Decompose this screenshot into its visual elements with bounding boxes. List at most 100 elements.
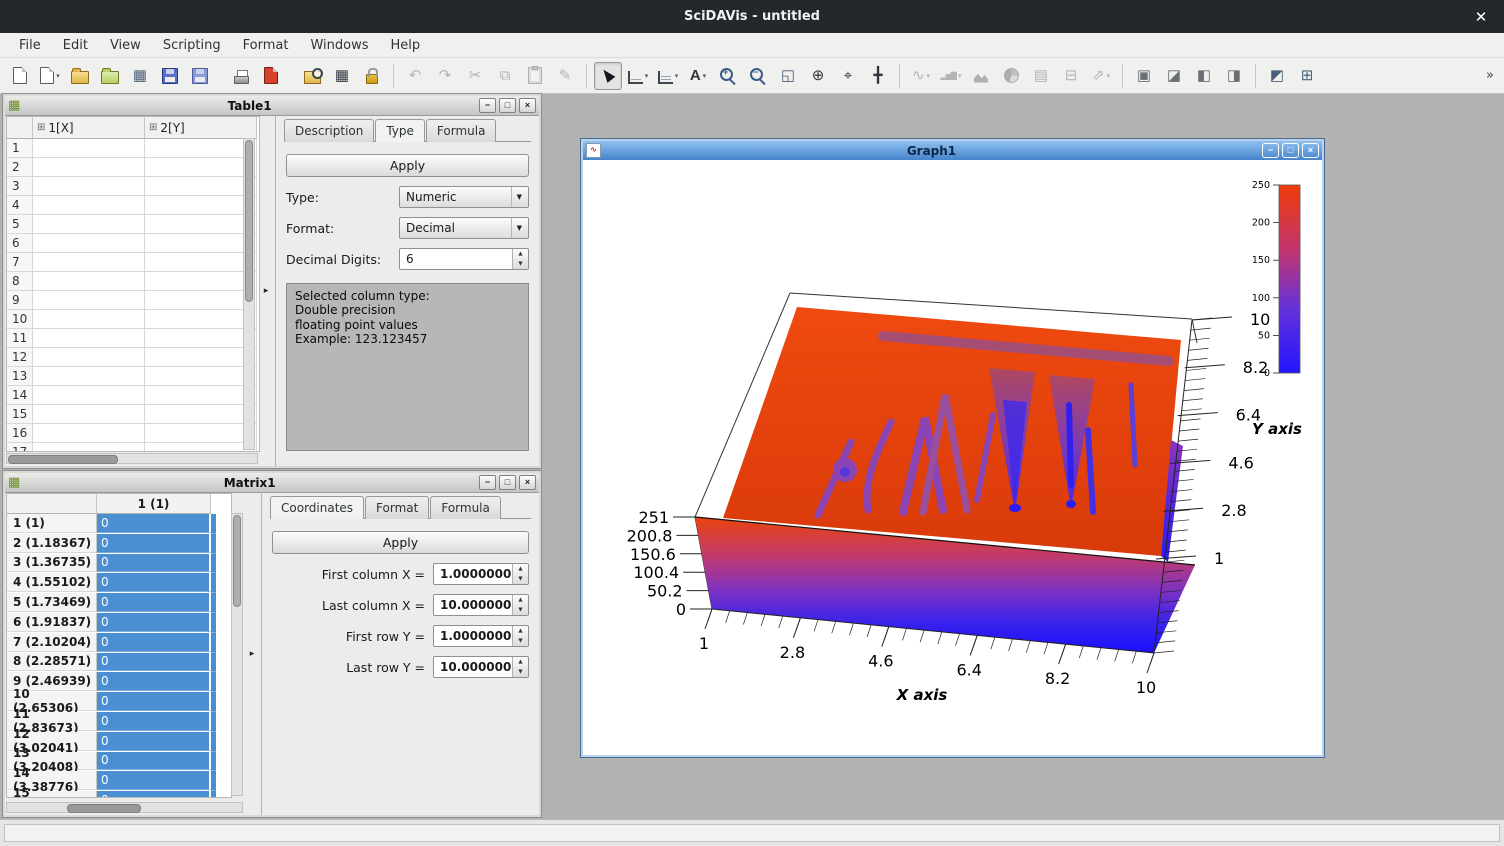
type-select[interactable]: Numeric▼ [399,186,529,208]
line-symbol-plot-button[interactable]: ∿▾ [907,62,935,90]
vector-plot-button[interactable]: ⇗▾ [1087,62,1115,90]
apply-button[interactable]: Apply [286,154,529,177]
add-column-button[interactable]: ⊞ [1293,62,1321,90]
table-cell[interactable] [33,272,145,291]
row-header[interactable]: 14 [7,386,33,405]
matrix-row-header[interactable]: 3 (1.36735) [7,554,97,573]
matrix-cell[interactable]: 0 [97,573,211,592]
table-corner-cell[interactable] [7,117,33,139]
table1-close-button[interactable]: × [519,98,536,113]
graph1-minimize-button[interactable]: − [1262,143,1279,158]
pie-plot-button[interactable] [997,62,1025,90]
tab-type[interactable]: Type [375,119,425,142]
menu-file[interactable]: File [8,35,52,56]
new-project-button[interactable] [6,62,34,90]
row-header[interactable]: 12 [7,348,33,367]
table1-hscrollbar[interactable] [6,453,258,464]
surface-3d-button[interactable]: ▣ [1130,62,1158,90]
table1-maximize-button[interactable]: □ [499,98,516,113]
row-header[interactable]: 11 [7,329,33,348]
table-cell[interactable] [33,405,145,424]
table1-panel-splitter[interactable]: ▸ [259,115,273,466]
table-cell[interactable] [33,348,145,367]
tab-format[interactable]: Format [365,496,429,519]
table-cell[interactable] [145,386,257,405]
save-template-button[interactable] [186,62,214,90]
matrix-cell[interactable]: 0 [97,613,211,632]
matrix-row-header[interactable]: 2 (1.18367) [7,534,97,553]
matrix1-panel-splitter[interactable]: ▸ [245,492,259,815]
scales-button[interactable]: ▾ [624,62,652,90]
toolbar-overflow-icon[interactable]: » [1486,68,1494,83]
export-pdf-button[interactable] [257,62,285,90]
open-template-button[interactable] [96,62,124,90]
table-cell[interactable] [145,158,257,177]
matrix-row-header[interactable]: 8 (2.28571) [7,653,97,672]
table-options-button[interactable]: ▦ [328,62,356,90]
table1-title-bar[interactable]: ▦ Table1 − □ × [5,96,539,116]
spinner-buttons[interactable]: ▲▼ [512,564,528,584]
matrix-corner-cell[interactable] [7,494,97,514]
print-button[interactable] [227,62,255,90]
row-header[interactable]: 16 [7,424,33,443]
matrix-cell[interactable]: 0 [97,692,211,711]
table-cell[interactable] [33,158,145,177]
redo-button[interactable]: ↷ [431,62,459,90]
first-row-y-input[interactable]: 1.00000000▲▼ [433,625,529,647]
annotate-button[interactable]: ✎ [551,62,579,90]
format-select[interactable]: Decimal▼ [399,217,529,239]
tab-description[interactable]: Description [284,119,374,142]
matrix-column-header[interactable]: 1 (1) [97,494,211,514]
menu-windows[interactable]: Windows [299,35,379,56]
matrix1-minimize-button[interactable]: − [479,475,496,490]
table-cell[interactable] [145,443,257,452]
row-header[interactable]: 6 [7,234,33,253]
trajectory-3d-button[interactable]: ◪ [1160,62,1188,90]
matrix-cell[interactable]: 0 [97,752,211,771]
row-header[interactable]: 9 [7,291,33,310]
matrix-cell[interactable]: 0 [97,771,211,790]
matrix1-vscrollbar[interactable] [231,513,243,796]
matrix-cell[interactable]: 0 [97,554,211,573]
move-points-button[interactable]: ╋ [864,62,892,90]
open-project-button[interactable] [66,62,94,90]
matrix1-title-bar[interactable]: ▦ Matrix1 − □ × [5,473,539,493]
last-row-y-input[interactable]: 10.0000000▲▼ [433,656,529,678]
table1-minimize-button[interactable]: − [479,98,496,113]
table-cell[interactable] [33,367,145,386]
row-header[interactable]: 17 [7,443,33,452]
matrix-row-header[interactable]: 7 (2.10204) [7,633,97,652]
matrix-cell[interactable]: 0 [97,514,211,533]
table-cell[interactable] [33,310,145,329]
paste-button[interactable] [521,62,549,90]
column-plot-button[interactable]: ▂▅▇▾ [937,62,965,90]
table-cell[interactable] [145,139,257,158]
matrix-cell[interactable]: 0 [97,732,211,751]
table-cell[interactable] [33,177,145,196]
import-ascii-button[interactable]: ▦ [126,62,154,90]
matrix-row-header[interactable]: 5 (1.73469) [7,593,97,612]
rescale-button[interactable]: ◱ [774,62,802,90]
grid-button[interactable]: ▾ [654,62,682,90]
table-cell[interactable] [145,272,257,291]
matrix-cell[interactable]: 0 [97,653,211,672]
spinner-buttons[interactable]: ▲▼ [512,249,528,269]
last-column-x-input[interactable]: 10.0000000▲▼ [433,594,529,616]
row-header[interactable]: 3 [7,177,33,196]
tab-formula[interactable]: Formula [430,496,501,519]
table-cell[interactable] [145,348,257,367]
table-cell[interactable] [33,196,145,215]
table-cell[interactable] [145,329,257,348]
bars-3d-button[interactable]: ◧ [1190,62,1218,90]
table-cell[interactable] [33,139,145,158]
table-cell[interactable] [145,310,257,329]
matrix-row-header[interactable]: 15 (3.57143) [7,791,97,798]
table-cell[interactable] [33,424,145,443]
spinner-buttons[interactable]: ▲▼ [512,657,528,677]
table-cell[interactable] [33,329,145,348]
graph1-maximize-button[interactable]: □ [1282,143,1299,158]
table-cell[interactable] [145,367,257,386]
menu-edit[interactable]: Edit [52,35,99,56]
matrix-cell[interactable]: 0 [97,593,211,612]
table-cell[interactable] [145,291,257,310]
